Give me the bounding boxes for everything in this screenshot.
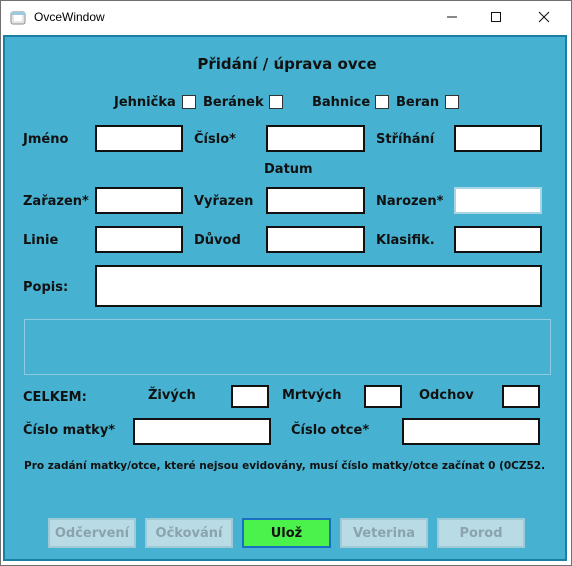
linie-input[interactable] (95, 226, 183, 253)
vyrazen-date-input[interactable] (266, 187, 365, 214)
label-cislo-matky: Číslo matky* (23, 423, 116, 438)
label-jmeno: Jméno (23, 132, 69, 147)
label-zarazen: Zařazen* (23, 194, 89, 209)
ovce-window: OvceWindow Přidání / úprava ovce Jehničk… (0, 0, 572, 566)
close-button[interactable] (521, 1, 567, 33)
narozen-date-input[interactable] (454, 187, 542, 214)
minimize-button[interactable] (429, 1, 475, 33)
zivych-input[interactable] (231, 385, 269, 408)
maximize-icon (491, 12, 501, 22)
parent-number-hint: Pro zadání matky/otce, které nejsou evid… (24, 460, 546, 472)
checkbox-bahnice[interactable] (375, 95, 389, 109)
klasifik-input[interactable] (454, 226, 542, 253)
close-icon (538, 11, 550, 23)
checkbox-beranek[interactable] (269, 95, 283, 109)
label-datum: Datum (264, 162, 313, 177)
minimize-icon (447, 16, 457, 18)
label-celkem: CELKEM: (23, 390, 87, 405)
cislo-input[interactable] (266, 125, 365, 152)
label-strihani: Stříhání (376, 132, 435, 147)
odchov-input[interactable] (502, 385, 540, 408)
cislo-matky-input[interactable] (133, 418, 271, 445)
save-button[interactable]: Ulož (242, 518, 331, 548)
label-zivych: Živých (148, 388, 196, 403)
ockovani-button[interactable]: Očkování (145, 518, 233, 548)
jmeno-input[interactable] (95, 125, 183, 152)
duvod-input[interactable] (266, 226, 365, 253)
checkbox-label-jehnicka: Jehnička (114, 95, 176, 110)
veterina-button[interactable]: Veterina (340, 518, 428, 548)
label-klasifik: Klasifik. (376, 233, 435, 248)
label-narozen: Narozen* (376, 194, 444, 209)
checkbox-label-bahnice: Bahnice (312, 95, 371, 110)
porod-button[interactable]: Porod (437, 518, 525, 548)
title-bar: OvceWindow (1, 1, 571, 35)
odcerveni-button[interactable]: Odčervení (48, 518, 136, 548)
label-mrtvych: Mrtvých (282, 388, 342, 403)
checkbox-label-beranek: Beránek (203, 95, 264, 110)
app-icon (10, 11, 26, 25)
label-popis: Popis: (23, 280, 69, 295)
zarazen-date-input[interactable] (95, 187, 183, 214)
cislo-otce-input[interactable] (402, 418, 540, 445)
label-cislo: Číslo* (194, 132, 236, 147)
checkbox-beran[interactable] (445, 95, 459, 109)
form-heading: Přidání / úprava ovce (197, 55, 377, 73)
label-vyrazen: Vyřazen (194, 194, 254, 209)
label-odchov: Odchov (419, 388, 474, 403)
popis-textarea[interactable] (95, 265, 542, 307)
form-panel: Přidání / úprava ovce Jehnička Beránek B… (3, 35, 567, 561)
empty-panel (24, 319, 551, 375)
checkbox-jehnicka[interactable] (182, 95, 196, 109)
label-linie: Linie (23, 233, 59, 248)
mrtvych-input[interactable] (364, 385, 402, 408)
strihani-input[interactable] (454, 125, 542, 152)
label-cislo-otce: Číslo otce* (291, 423, 370, 438)
window-title: OvceWindow (34, 10, 105, 24)
checkbox-label-beran: Beran (396, 95, 440, 110)
label-duvod: Důvod (194, 233, 241, 248)
maximize-button[interactable] (473, 1, 519, 33)
